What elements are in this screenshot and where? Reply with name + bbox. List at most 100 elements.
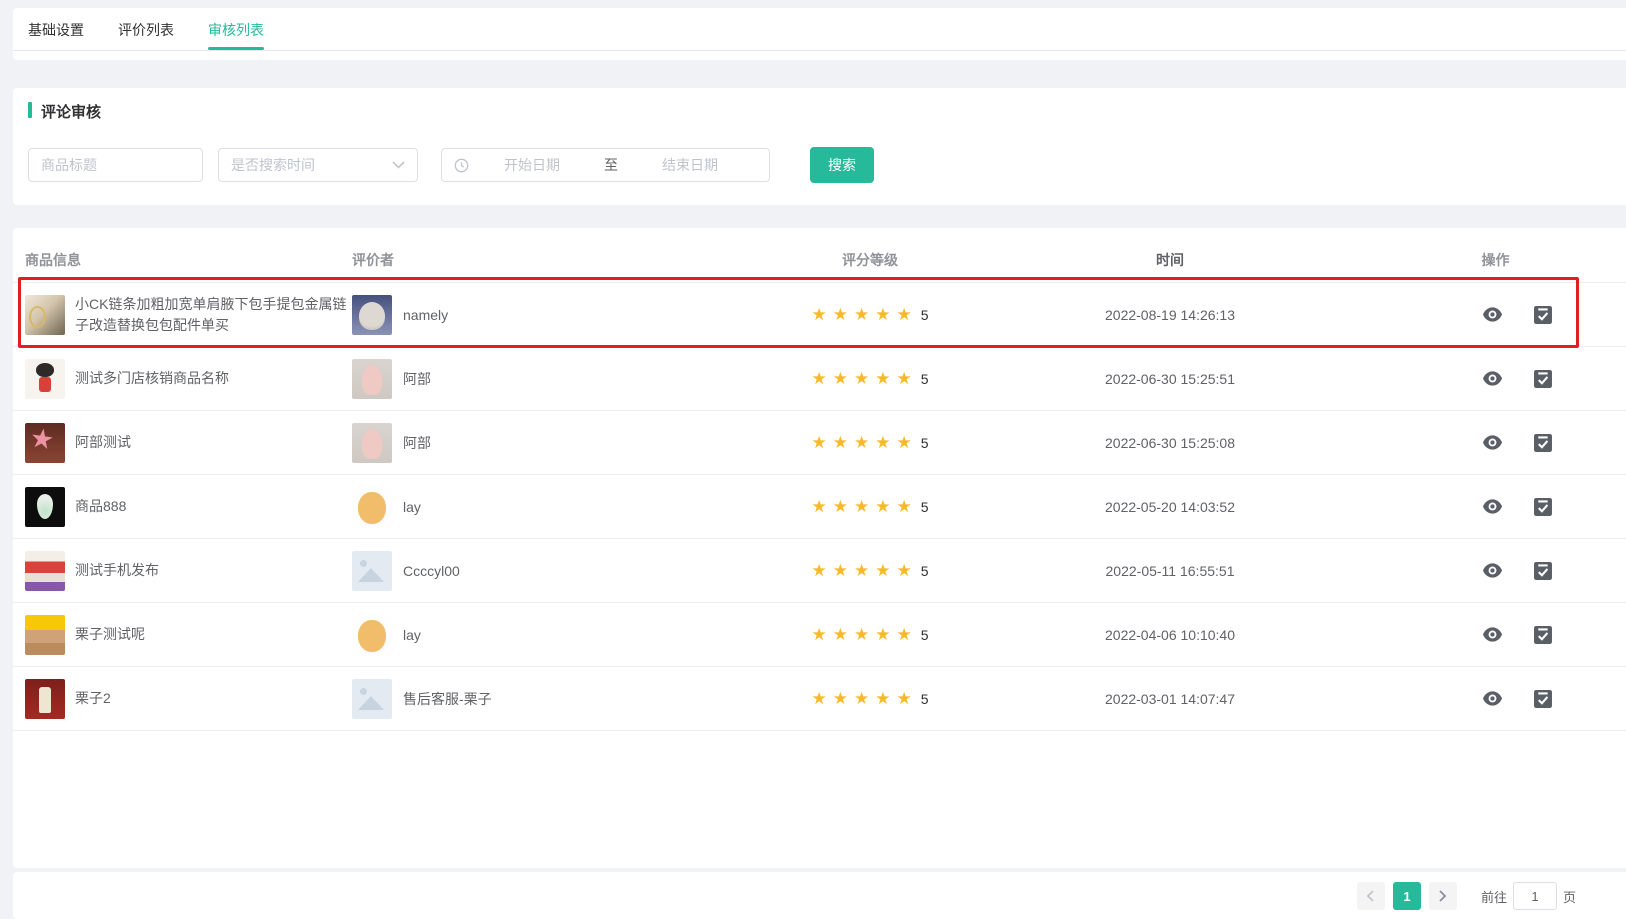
star-icon: ★ (833, 562, 848, 579)
rating-score: 5 (921, 435, 929, 451)
rating-score: 5 (921, 499, 929, 515)
view-icon[interactable] (1483, 499, 1502, 514)
product-image (25, 615, 65, 655)
product-image (25, 295, 65, 335)
star-icon: ★ (875, 690, 890, 707)
audit-check-icon[interactable] (1534, 561, 1552, 580)
tab-basic-settings[interactable]: 基础设置 (28, 20, 84, 50)
pagination: 1 前往 页 (1357, 882, 1576, 910)
product-title-input[interactable] (28, 148, 203, 182)
reviewer-name: lay (403, 627, 421, 643)
rating-stars: ★ ★ ★ ★ ★ (811, 690, 911, 707)
product-title: 商品888 (75, 496, 126, 517)
star-icon: ★ (896, 434, 911, 451)
star-icon: ★ (896, 626, 911, 643)
view-icon[interactable] (1483, 563, 1502, 578)
star-icon: ★ (811, 434, 826, 451)
review-time: 2022-06-30 15:25:51 (975, 371, 1365, 387)
star-icon: ★ (896, 370, 911, 387)
star-icon: ★ (833, 690, 848, 707)
product-image (25, 359, 65, 399)
review-time: 2022-04-06 10:10:40 (975, 627, 1365, 643)
view-icon[interactable] (1483, 307, 1502, 322)
next-page-button[interactable] (1429, 882, 1457, 910)
audit-check-icon[interactable] (1534, 305, 1552, 324)
review-time: 2022-05-11 16:55:51 (975, 563, 1365, 579)
star-icon: ★ (854, 498, 869, 515)
table-row: 测试多门店核销商品名称 阿部 ★★★★★ 5 2022-06-30 15:25:… (13, 347, 1626, 411)
reviewer-name: 售后客服-栗子 (403, 689, 492, 709)
reviewer-avatar (352, 359, 392, 399)
table-body: 小CK链条加粗加宽单肩腋下包手提包金属链子改造替换包包配件单买 namely ★… (13, 283, 1626, 731)
goto-page-label: 前往 (1481, 887, 1507, 906)
star-icon: ★ (811, 626, 826, 643)
product-image (25, 487, 65, 527)
table-row: 商品888 lay ★★★★★ 5 2022-05-20 14:03:52 (13, 475, 1626, 539)
time-search-select-placeholder: 是否搜索时间 (231, 155, 315, 175)
product-title: 栗子测试呢 (75, 624, 145, 645)
reviewer-name: 阿部 (403, 433, 431, 453)
reviewer-name: 阿部 (403, 369, 431, 389)
prev-page-button[interactable] (1357, 882, 1385, 910)
reviewer-name: lay (403, 499, 421, 515)
view-icon[interactable] (1483, 627, 1502, 642)
star-icon: ★ (854, 626, 869, 643)
time-search-select[interactable]: 是否搜索时间 (218, 148, 418, 182)
search-button[interactable]: 搜索 (810, 147, 874, 183)
chevron-left-icon (1366, 890, 1375, 902)
star-icon: ★ (833, 434, 848, 451)
header-rating-level: 评分等级 (765, 250, 975, 270)
reviewer-avatar (352, 295, 392, 335)
star-icon: ★ (854, 434, 869, 451)
star-icon: ★ (875, 434, 890, 451)
tab-review-list[interactable]: 评价列表 (118, 20, 174, 50)
date-range-picker[interactable]: 开始日期 至 结束日期 (441, 148, 770, 182)
view-icon[interactable] (1483, 371, 1502, 386)
reviewer-name: namely (403, 307, 448, 323)
review-time: 2022-08-19 14:26:13 (975, 307, 1365, 323)
star-icon: ★ (854, 306, 869, 323)
reviewer-avatar (352, 551, 392, 591)
star-icon: ★ (854, 562, 869, 579)
product-title: 栗子2 (75, 688, 111, 709)
current-page-button[interactable]: 1 (1393, 882, 1421, 910)
reviewer-name: Ccccyl00 (403, 563, 460, 579)
goto-page-input[interactable] (1513, 882, 1557, 910)
tab-audit-list[interactable]: 审核列表 (208, 20, 264, 50)
audit-check-icon[interactable] (1534, 433, 1552, 452)
rating-stars: ★ ★ ★ ★ ★ (811, 434, 911, 451)
review-time: 2022-05-20 14:03:52 (975, 499, 1365, 515)
audit-check-icon[interactable] (1534, 625, 1552, 644)
reviewer-avatar (352, 615, 392, 655)
product-title: 测试多门店核销商品名称 (75, 368, 229, 389)
rating-score: 5 (921, 627, 929, 643)
date-separator: 至 (591, 155, 631, 175)
table-row: 小CK链条加粗加宽单肩腋下包手提包金属链子改造替换包包配件单买 namely ★… (13, 283, 1626, 347)
star-icon: ★ (896, 498, 911, 515)
product-title: 阿部测试 (75, 432, 131, 453)
star-icon: ★ (875, 370, 890, 387)
clock-icon (454, 158, 469, 173)
star-icon: ★ (811, 690, 826, 707)
rating-stars: ★★★★★ (811, 626, 911, 643)
audit-check-icon[interactable] (1534, 369, 1552, 388)
star-icon: ★ (811, 306, 826, 323)
footer-card: 1 前往 页 (13, 872, 1626, 919)
star-icon: ★ (854, 370, 869, 387)
rating-score: 5 (921, 371, 929, 387)
view-icon[interactable] (1483, 691, 1502, 706)
view-icon[interactable] (1483, 435, 1502, 450)
audit-check-icon[interactable] (1534, 497, 1552, 516)
review-audit-page: 基础设置 评价列表 审核列表 评论审核 是否搜索时间 开始日期 至 (0, 0, 1626, 919)
tabs-card: 基础设置 评价列表 审核列表 (13, 8, 1626, 60)
rating-score: 5 (921, 563, 929, 579)
section-title-accent-bar (28, 102, 32, 118)
table-card: 商品信息 评价者 评分等级 时间 操作 小CK链条加粗加宽单肩腋下包手提包金属链… (13, 228, 1626, 868)
star-icon: ★ (896, 690, 911, 707)
tab-divider (13, 50, 1626, 51)
reviewer-avatar (352, 423, 392, 463)
page-unit-label: 页 (1563, 887, 1576, 906)
star-icon: ★ (854, 690, 869, 707)
audit-check-icon[interactable] (1534, 689, 1552, 708)
star-icon: ★ (833, 370, 848, 387)
